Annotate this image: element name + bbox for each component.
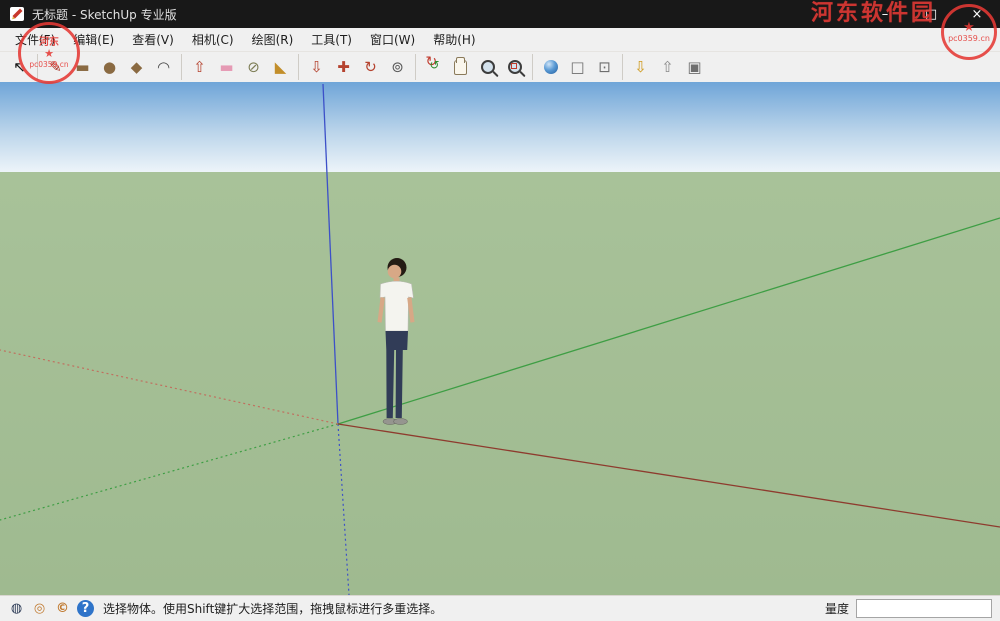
arc-tool-icon[interactable]: ◠ [150, 54, 177, 80]
measurement-box: 量度 [825, 599, 992, 618]
previous-view-icon[interactable] [537, 54, 564, 80]
select-tool-icon[interactable]: ↖ [6, 54, 33, 80]
geolocation-icon[interactable]: ◍ [8, 600, 25, 617]
pan-tool-icon[interactable] [447, 54, 474, 80]
polygon-tool-icon[interactable]: ◆ [123, 54, 150, 80]
window-controls: – □ × [862, 0, 1000, 28]
attribution-icon[interactable]: ◎ [31, 600, 48, 617]
main-toolbar: ↖✎▬●◆◠⇧▬⊘◣⇩✚↻⊚□⊡⇩⇧▣ [0, 52, 1000, 83]
rotate-tool-icon[interactable]: ↻ [357, 54, 384, 80]
orbit-tool-icon[interactable] [420, 54, 447, 80]
eraser-tool-icon[interactable]: ▬ [213, 54, 240, 80]
menu-item-6[interactable]: 窗口(W) [361, 28, 424, 51]
paint-bucket-tool-icon[interactable]: ◣ [267, 54, 294, 80]
minimize-button[interactable]: – [862, 0, 908, 28]
menu-item-5[interactable]: 工具(T) [302, 28, 361, 51]
title-bar: 无标题 - SketchUp 专业版 – □ × [0, 0, 1000, 28]
line-tool-icon[interactable]: ✎ [42, 54, 69, 80]
followme-tool-icon[interactable]: ⇩ [303, 54, 330, 80]
status-icons: ◍ ◎ ©? [8, 600, 94, 617]
walk-tool-icon[interactable]: ⊡ [591, 54, 618, 80]
zoom-extents-tool-icon[interactable] [501, 54, 528, 80]
status-hint: 选择物体。使用Shift键扩大选择范围，拖拽鼠标进行多重选择。 [103, 600, 442, 617]
rectangle-tool-icon[interactable]: ▬ [69, 54, 96, 80]
copyright-icon[interactable]: © [54, 600, 71, 617]
share-model-icon[interactable]: ⇧ [654, 54, 681, 80]
maximize-button[interactable]: □ [908, 0, 954, 28]
zoom-tool-icon[interactable] [474, 54, 501, 80]
sky [0, 82, 1000, 172]
offset-tool-icon[interactable]: ⊚ [384, 54, 411, 80]
help-icon[interactable]: ? [77, 600, 94, 617]
menu-item-7[interactable]: 帮助(H) [424, 28, 484, 51]
menu-bar: 文件(F)编辑(E)查看(V)相机(C)绘图(R)工具(T)窗口(W)帮助(H) [0, 28, 1000, 52]
tape-measure-tool-icon[interactable]: ⊘ [240, 54, 267, 80]
move-tool-icon[interactable]: ✚ [330, 54, 357, 80]
viewport-3d[interactable] [0, 82, 1000, 595]
pushpull-tool-icon[interactable]: ⇧ [186, 54, 213, 80]
circle-tool-icon[interactable]: ● [96, 54, 123, 80]
menu-item-2[interactable]: 查看(V) [123, 28, 183, 51]
ground [0, 172, 1000, 595]
menu-item-3[interactable]: 相机(C) [183, 28, 243, 51]
menu-item-1[interactable]: 编辑(E) [64, 28, 123, 51]
menu-item-0[interactable]: 文件(F) [6, 28, 64, 51]
position-camera-icon[interactable]: □ [564, 54, 591, 80]
window-title: 无标题 - SketchUp 专业版 [32, 6, 177, 23]
measurement-input[interactable] [856, 599, 992, 618]
menu-item-4[interactable]: 绘图(R) [243, 28, 303, 51]
get-models-icon[interactable]: ⇩ [627, 54, 654, 80]
measurement-label: 量度 [825, 600, 849, 617]
sketchup-app-icon [9, 6, 25, 22]
components-icon[interactable]: ▣ [681, 54, 708, 80]
close-button[interactable]: × [954, 0, 1000, 28]
status-bar: ◍ ◎ ©? 选择物体。使用Shift键扩大选择范围，拖拽鼠标进行多重选择。 量度 [0, 595, 1000, 621]
